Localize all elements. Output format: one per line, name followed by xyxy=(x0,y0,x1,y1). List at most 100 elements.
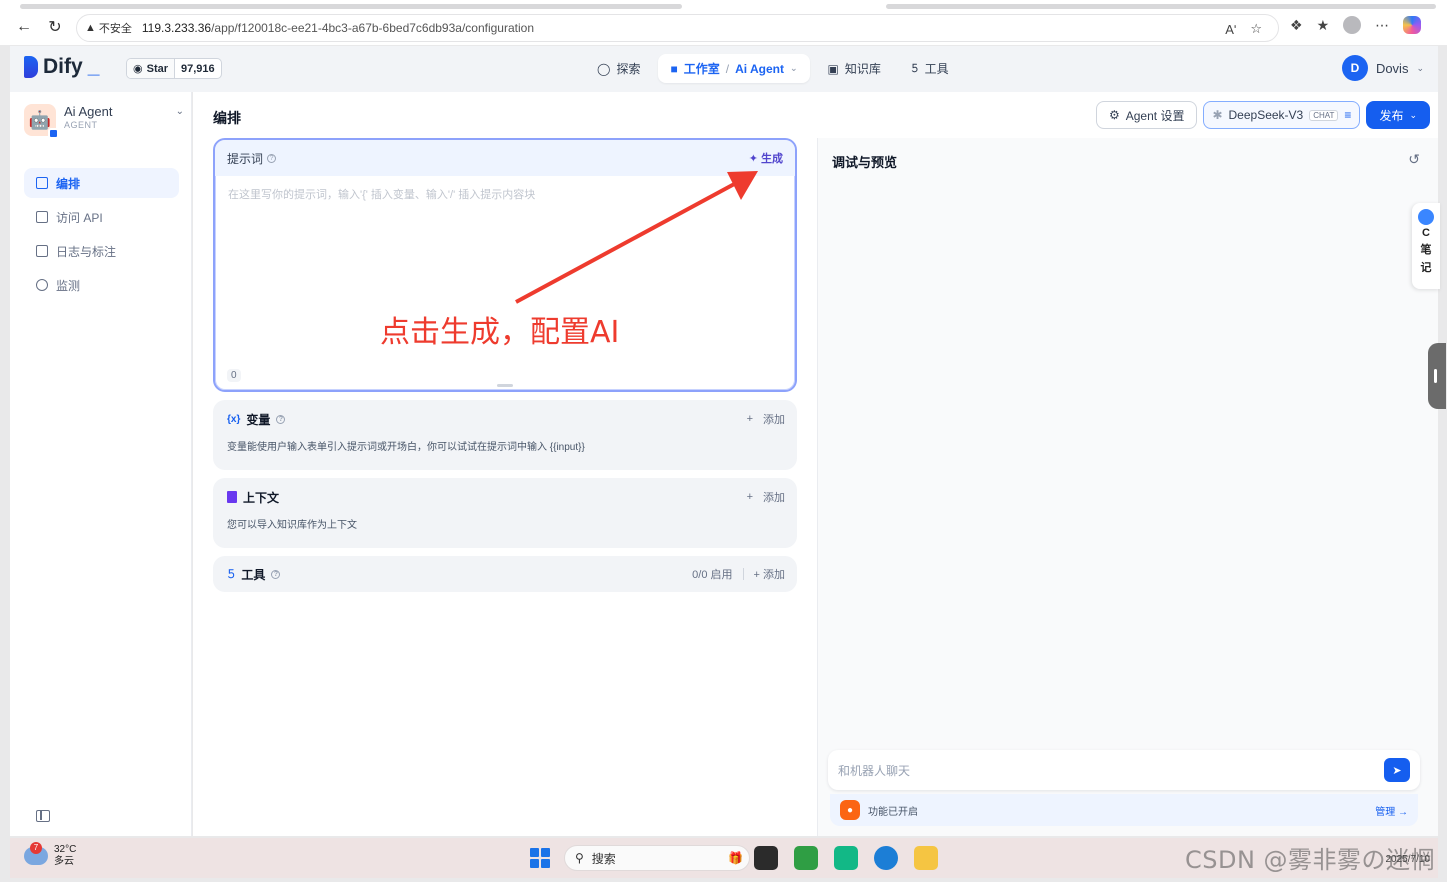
profile-avatar[interactable] xyxy=(1343,16,1362,34)
taskbar-search[interactable]: ⚲ 搜索 🎁 xyxy=(564,845,750,871)
variable-icon: {x} xyxy=(227,413,241,425)
remote-app-icon[interactable] xyxy=(834,846,858,870)
document-icon xyxy=(36,245,48,257)
favorite-star-icon[interactable]: ☆ xyxy=(1250,21,1262,37)
taskbar-apps xyxy=(754,846,938,870)
hammer-icon: 𝟻 xyxy=(227,566,236,581)
windows-taskbar: 7 32°C 多云 ⚲ 搜索 🎁 CSDN @雾非雾の迷惘 2025/7/10 xyxy=(10,838,1438,878)
nav-explore[interactable]: ◯ 探索 xyxy=(585,54,652,83)
help-icon[interactable]: ? xyxy=(267,153,277,163)
send-button[interactable]: ➤ xyxy=(1384,758,1410,782)
tab-2[interactable] xyxy=(886,4,1436,9)
chat-input[interactable]: 和机器人聊天 ➤ xyxy=(828,750,1420,790)
side-panel-handle[interactable] xyxy=(1428,343,1446,409)
file-explorer-icon[interactable] xyxy=(914,846,938,870)
address-bar[interactable]: ▲ 不安全 119.3.233.36/app/f120018c-ee21-4bc3… xyxy=(76,14,1279,42)
cloud-icon: 7 xyxy=(24,842,48,865)
agent-badge-icon xyxy=(48,128,59,139)
nav-knowledge[interactable]: ▣ 知识库 xyxy=(816,54,893,83)
tools-section: 𝟻 工具? 0/0 启用 + 添加 xyxy=(213,556,797,592)
nav-tools[interactable]: 𝟻 工具 xyxy=(899,54,961,83)
robot-icon: ■ xyxy=(670,61,678,76)
layout-icon xyxy=(36,177,48,189)
csdn-notes-widget[interactable]: C 笔 记 xyxy=(1412,203,1440,289)
terminal-icon xyxy=(36,211,48,223)
settings-sliders-icon: ≡ xyxy=(1344,108,1352,122)
back-icon[interactable]: ← xyxy=(13,16,35,38)
chevron-down-icon: ⌄ xyxy=(1416,62,1424,73)
annotation-text: 点击生成，配置AI xyxy=(380,315,620,350)
char-count: 0 xyxy=(227,369,241,382)
windows-start-icon[interactable] xyxy=(530,848,550,868)
refresh-icon[interactable]: ↺ xyxy=(1408,151,1420,168)
preview-title: 调试与预览 xyxy=(832,155,898,170)
browser-toolbar: ← ↻ ▲ 不安全 119.3.233.36/app/f120018c-ee21-… xyxy=(0,10,1447,45)
sidebar-item-orchestrate[interactable]: 编排 xyxy=(24,168,179,198)
page-title: 编排 xyxy=(213,110,241,126)
arrow-right-icon: → xyxy=(1398,806,1408,818)
agent-settings-button[interactable]: ⚙ Agent 设置 xyxy=(1095,101,1198,129)
chevron-down-icon: ⌄ xyxy=(1409,109,1417,120)
sidebar: 🤖 Ai Agent AGENT ⌄ 编排 访问 API 日志与标注 监测 xyxy=(10,92,192,836)
feature-icon: ● xyxy=(840,800,860,820)
terminal-app-icon[interactable] xyxy=(754,846,778,870)
studio-app-selector[interactable]: Ai Agent xyxy=(735,62,784,76)
main-panel: 编排 ⚙ Agent 设置 ✱ DeepSeek-V3 CHAT ≡ 发布 ⌄ 提示… xyxy=(193,92,1438,836)
app-switcher[interactable]: 🤖 Ai Agent AGENT ⌄ xyxy=(24,104,184,139)
extensions-icon[interactable]: ❖ xyxy=(1290,17,1303,34)
help-icon[interactable]: ? xyxy=(271,569,281,579)
add-tool-button[interactable]: + 添加 xyxy=(754,566,785,582)
resize-handle[interactable] xyxy=(497,384,513,387)
favorites-icon[interactable]: ★ xyxy=(1317,17,1330,34)
search-icon: ⚲ xyxy=(575,851,584,865)
nav-studio[interactable]: ■ 工作室 / Ai Agent ⌄ xyxy=(658,54,810,83)
publish-button[interactable]: 发布 ⌄ xyxy=(1366,101,1430,129)
copilot-icon[interactable] xyxy=(1403,16,1422,34)
top-actions: ⚙ Agent 设置 ✱ DeepSeek-V3 CHAT ≡ 发布 ⌄ xyxy=(1095,101,1430,129)
generate-button[interactable]: ✦ 生成 xyxy=(749,150,783,166)
dashboard-icon xyxy=(36,279,48,291)
dify-mark-icon xyxy=(24,56,38,78)
url-text: 119.3.233.36/app/f120018c-ee21-4bc3-a67b… xyxy=(141,21,534,35)
manage-features-link[interactable]: 管理 → xyxy=(1375,803,1408,818)
user-avatar: D xyxy=(1341,55,1368,81)
wechat-app-icon[interactable] xyxy=(794,846,818,870)
chevron-down-icon[interactable]: ⌄ xyxy=(790,63,798,74)
github-icon: ◉ xyxy=(133,63,143,75)
sidebar-item-logs[interactable]: 日志与标注 xyxy=(24,236,179,266)
send-icon: ➤ xyxy=(1392,764,1402,777)
github-star-badge[interactable]: ◉ Star 97,916 xyxy=(126,58,222,79)
model-selector[interactable]: ✱ DeepSeek-V3 CHAT ≡ xyxy=(1203,101,1361,129)
user-menu[interactable]: D Dovis ⌄ xyxy=(1341,55,1424,81)
chevron-down-icon[interactable]: ⌄ xyxy=(176,106,184,117)
add-variable-button[interactable]: + 添加 xyxy=(747,411,785,427)
top-nav: ◯ 探索 ■ 工作室 / Ai Agent ⌄ ▣ 知识库 𝟻 工具 xyxy=(585,54,961,83)
gift-icon: 🎁 xyxy=(728,851,743,865)
collapse-sidebar-icon[interactable] xyxy=(36,810,50,822)
weather-widget[interactable]: 7 32°C 多云 xyxy=(24,842,76,868)
warning-icon: ▲ xyxy=(85,22,96,34)
hammer-icon: 𝟻 xyxy=(910,61,919,75)
tab-1[interactable] xyxy=(20,4,682,9)
dify-logo[interactable]: Dify _ xyxy=(24,55,99,79)
reload-icon[interactable]: ↻ xyxy=(44,16,66,38)
prompt-placeholder: 在这里写你的提示词，输入'{' 插入变量、输入'/' 插入提示内容块 xyxy=(228,189,536,201)
debug-preview-panel: 调试与预览 ↺ 和机器人聊天 ➤ ● 功能已开启 管理 → xyxy=(818,138,1438,836)
security-warning[interactable]: ▲ 不安全 xyxy=(85,20,132,36)
edge-app-icon[interactable] xyxy=(874,846,898,870)
sidebar-item-api[interactable]: 访问 API xyxy=(24,202,179,232)
book-icon: ▣ xyxy=(827,61,839,76)
sidebar-item-monitor[interactable]: 监测 xyxy=(24,270,179,300)
help-icon[interactable]: ? xyxy=(276,414,286,424)
read-aloud-icon[interactable]: Aʹ xyxy=(1225,22,1236,37)
variables-section: {x} 变量? + 添加 变量能使用户输入表单引入提示词或开场白，你可以试试在提示词… xyxy=(213,400,797,470)
gear-icon: ⚙ xyxy=(1108,108,1120,122)
notes-plugin-icon xyxy=(1418,209,1434,225)
model-icon: ✱ xyxy=(1212,108,1223,122)
app-robot-icon: 🤖 xyxy=(24,104,59,139)
prompt-editor[interactable]: 提示词? ✦ 生成 在这里写你的提示词，输入'{' 插入变量、输入'/' 插入提示… xyxy=(213,138,797,392)
sparkle-icon: ✦ xyxy=(748,152,758,165)
feature-bar: ● 功能已开启 管理 → xyxy=(830,794,1418,826)
more-icon[interactable]: ⋯ xyxy=(1375,17,1389,34)
add-context-button[interactable]: + 添加 xyxy=(747,489,785,505)
